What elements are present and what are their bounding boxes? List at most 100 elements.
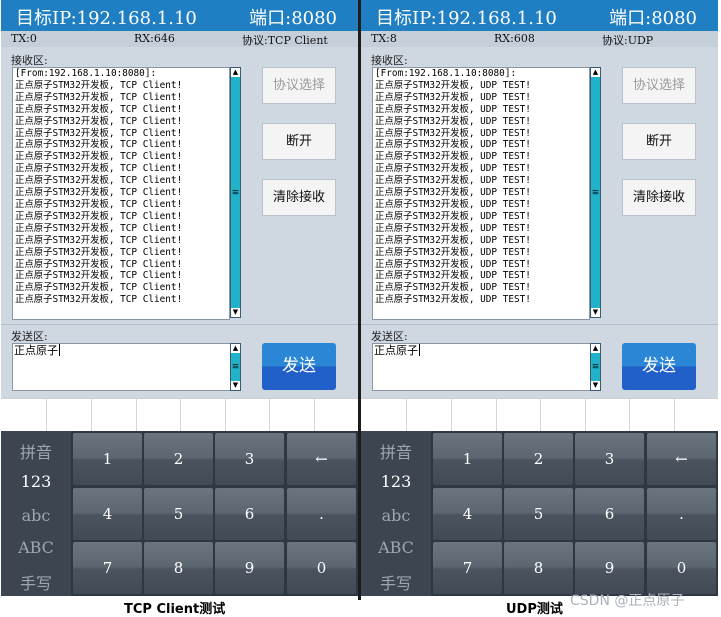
scroll-up-arrow-icon[interactable]: ▲ [591, 344, 600, 353]
key-11[interactable]: 0 [287, 542, 356, 594]
scroll-thumb-icon[interactable]: ≡ [591, 187, 600, 199]
receive-scrollbar[interactable]: ▲ ≡ ▼ [590, 67, 601, 318]
key-6[interactable]: 6 [575, 488, 644, 540]
candidate-cell-divider [406, 399, 407, 432]
scroll-down-arrow-icon[interactable]: ▼ [231, 381, 240, 390]
scroll-up-arrow-icon[interactable]: ▲ [591, 68, 600, 77]
receive-textbox[interactable]: [From:192.168.1.10:8080]: 正点原子STM32开发板, U… [372, 67, 590, 320]
key-10[interactable]: 9 [215, 542, 284, 594]
clear-receive-button[interactable]: 清除接收 [262, 179, 336, 216]
status-bar: TX:0 RX:646 协议:TCP Client [1, 31, 358, 47]
clear-receive-button[interactable]: 清除接收 [622, 179, 696, 216]
key-0[interactable]: 1 [433, 433, 502, 485]
candidate-cell-divider [540, 399, 541, 432]
input-mode-3[interactable]: ABC [361, 538, 431, 557]
scroll-thumb-icon[interactable]: ≡ [231, 361, 240, 373]
scroll-up-arrow-icon[interactable]: ▲ [231, 344, 240, 353]
candidate-cell-divider [585, 399, 586, 432]
receive-textbox[interactable]: [From:192.168.1.10:8080]: 正点原子STM32开发板, T… [12, 67, 230, 320]
receive-line: 正点原子STM32开发板, TCP Client! [15, 270, 183, 282]
key-9[interactable]: 8 [144, 542, 213, 594]
receive-line: 正点原子STM32开发板, UDP TEST! [375, 103, 531, 115]
key-11[interactable]: 0 [647, 542, 716, 594]
send-area-label: 发送区: [371, 330, 408, 343]
candidate-bar [1, 398, 358, 432]
receive-line: 正点原子STM32开发板, UDP TEST! [375, 282, 531, 294]
key-5[interactable]: 5 [144, 488, 213, 540]
receive-line: 正点原子STM32开发板, UDP TEST! [375, 234, 531, 246]
disconnect-button[interactable]: 断开 [262, 123, 336, 160]
receive-scrollbar[interactable]: ▲ ≡ ▼ [230, 67, 241, 318]
input-mode-1[interactable]: 123 [1, 472, 71, 491]
input-mode-2[interactable]: abc [1, 506, 71, 525]
receive-line: 正点原子STM32开发板, UDP TEST! [375, 163, 531, 175]
candidate-cell-divider [496, 399, 497, 432]
receive-line: 正点原子STM32开发板, TCP Client! [15, 198, 183, 210]
main-area: 接收区: [From:192.168.1.10:8080]: 正点原子STM32开… [1, 47, 358, 398]
scroll-down-arrow-icon[interactable]: ▼ [591, 308, 600, 317]
backspace-key[interactable]: ← [287, 433, 356, 485]
input-mode-4[interactable]: 手写 [361, 570, 431, 594]
candidate-cell-divider [451, 399, 452, 432]
protocol-select-button[interactable]: 协议选择 [262, 67, 336, 104]
input-mode-0[interactable]: 拼音 [1, 439, 71, 463]
status-bar: TX:8 RX:608 协议:UDP [361, 31, 718, 47]
scroll-down-arrow-icon[interactable]: ▼ [591, 381, 600, 390]
receive-line: 正点原子STM32开发板, TCP Client! [15, 234, 183, 246]
scroll-down-arrow-icon[interactable]: ▼ [231, 308, 240, 317]
input-mode-column: 拼音 123 abc ABC 手写 [1, 431, 71, 596]
input-mode-3[interactable]: ABC [1, 538, 71, 557]
key-4[interactable]: 4 [433, 488, 502, 540]
receive-line: 正点原子STM32开发板, UDP TEST! [375, 127, 531, 139]
candidate-cell-divider [314, 399, 315, 432]
receive-line: 正点原子STM32开发板, TCP Client! [15, 139, 183, 151]
input-mode-column: 拼音 123 abc ABC 手写 [361, 431, 431, 596]
scroll-thumb-icon[interactable]: ≡ [591, 361, 600, 373]
send-button[interactable]: 发送 [262, 343, 336, 390]
send-text: 正点原子 [14, 344, 58, 357]
tx-count: TX:0 [11, 32, 37, 45]
receive-line: 正点原子STM32开发板, TCP Client! [15, 103, 183, 115]
key-2[interactable]: 3 [575, 433, 644, 485]
input-mode-2[interactable]: abc [361, 506, 431, 525]
send-textbox[interactable]: 正点原子 [372, 343, 591, 391]
candidate-cell-divider [629, 399, 630, 432]
target-ip-label: 目标IP:192.168.1.10 [376, 8, 557, 29]
key-7[interactable]: . [647, 488, 716, 540]
candidate-cell-divider [136, 399, 137, 432]
key-8[interactable]: 7 [73, 542, 142, 594]
key-2[interactable]: 3 [215, 433, 284, 485]
scroll-up-arrow-icon[interactable]: ▲ [231, 68, 240, 77]
receive-line: 正点原子STM32开发板, UDP TEST! [375, 198, 531, 210]
send-scrollbar[interactable]: ▲ ≡ ▼ [230, 343, 241, 391]
key-4[interactable]: 4 [73, 488, 142, 540]
receive-line: 正点原子STM32开发板, TCP Client! [15, 163, 183, 175]
input-mode-4[interactable]: 手写 [1, 570, 71, 594]
receive-line: 正点原子STM32开发板, UDP TEST! [375, 115, 531, 127]
send-button[interactable]: 发送 [622, 343, 696, 390]
backspace-key[interactable]: ← [647, 433, 716, 485]
send-scrollbar[interactable]: ▲ ≡ ▼ [590, 343, 601, 391]
disconnect-button[interactable]: 断开 [622, 123, 696, 160]
key-7[interactable]: . [287, 488, 356, 540]
key-8[interactable]: 7 [433, 542, 502, 594]
candidate-cell-divider [225, 399, 226, 432]
section-divider [1, 324, 358, 325]
send-textbox[interactable]: 正点原子 [12, 343, 231, 391]
scroll-thumb-icon[interactable]: ≡ [231, 187, 240, 199]
numeric-keyboard: 拼音 123 abc ABC 手写 1 2 3 ← 4 5 6. 7 8 9 0 [361, 431, 718, 596]
key-1[interactable]: 2 [144, 433, 213, 485]
input-mode-1[interactable]: 123 [361, 472, 431, 491]
key-6[interactable]: 6 [215, 488, 284, 540]
candidate-cell-divider [91, 399, 92, 432]
key-10[interactable]: 9 [575, 542, 644, 594]
key-9[interactable]: 8 [504, 542, 573, 594]
receive-line: 正点原子STM32开发板, TCP Client! [15, 79, 183, 91]
key-0[interactable]: 1 [73, 433, 142, 485]
receive-line: 正点原子STM32开发板, UDP TEST! [375, 258, 531, 270]
key-5[interactable]: 5 [504, 488, 573, 540]
receive-line: 正点原子STM32开发板, TCP Client! [15, 187, 183, 199]
key-1[interactable]: 2 [504, 433, 573, 485]
input-mode-0[interactable]: 拼音 [361, 439, 431, 463]
protocol-select-button[interactable]: 协议选择 [622, 67, 696, 104]
